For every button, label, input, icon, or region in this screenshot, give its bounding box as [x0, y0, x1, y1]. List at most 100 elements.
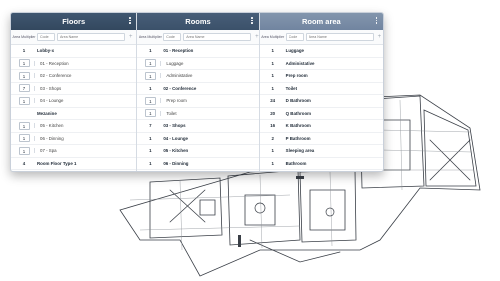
plus-icon[interactable]: +: [378, 34, 382, 40]
area-multiplier-label: Area Multiplier: [261, 35, 285, 39]
list-item[interactable]: 1 04 - Lounge: [137, 133, 259, 145]
room-area-filter-bar: Area Multiplier +: [259, 30, 383, 45]
area-name: Toilet: [285, 85, 298, 91]
area-multiplier: 7: [149, 123, 152, 129]
plus-icon[interactable]: +: [129, 34, 133, 40]
area-multiplier: 1: [149, 135, 152, 141]
list-item[interactable]: 1 Luggage: [259, 45, 383, 58]
area-multiplier: 1: [271, 148, 274, 154]
area-name: P Bathroom: [285, 135, 311, 141]
room-area-panel-title: Room area: [301, 17, 341, 26]
list-item[interactable]: 1 06 - Dinning: [137, 158, 259, 170]
room-area-panel: Room area Area Multiplier + 1 Luggage 1 Ad…: [259, 13, 383, 171]
list-item[interactable]: 7 03 - Shops: [11, 83, 137, 95]
list-item[interactable]: 1 05 - Kitchen: [137, 145, 259, 158]
rooms-panel: Rooms Area Multiplier + 101 - Reception …: [137, 13, 260, 171]
area-name: Toilet: [160, 110, 258, 116]
area-multiplier: 24: [270, 98, 276, 104]
area-name: K Bathroom: [285, 123, 311, 129]
area-name: Lobby-x: [37, 48, 55, 54]
plus-icon[interactable]: +: [255, 34, 258, 40]
area-name: 02 - Conference: [34, 73, 136, 79]
list-item[interactable]: 1 07 - Spa: [11, 145, 137, 158]
code-filter-input[interactable]: [37, 33, 55, 41]
area-name: Luggage: [160, 60, 258, 66]
rooms-list: 1 01 - Reception 1 Luggage 1 Administative …: [137, 45, 259, 170]
area-name-filter-input[interactable]: [305, 33, 374, 41]
area-name: 01 - Reception: [34, 60, 136, 66]
kebab-menu-icon[interactable]: [375, 17, 378, 26]
list-item[interactable]: 1 Bathroom: [259, 158, 383, 170]
list-item[interactable]: 1 Prep room: [259, 70, 383, 83]
list-item[interactable]: 1 Toilet: [259, 83, 383, 95]
kebab-menu-icon[interactable]: [251, 17, 254, 26]
area-name: Room Floor Type 1: [37, 160, 77, 166]
floors-filter-bar: Area Multiplier +: [11, 30, 137, 45]
list-item[interactable]: 2 P Bathroom: [259, 133, 383, 145]
area-name: 01 - Reception: [163, 48, 194, 54]
area-multiplier: 1: [149, 160, 152, 166]
floors-list: 1 Lobby-x 1 01 - Reception 1 02 - Conferenc…: [11, 45, 137, 170]
area-name-filter-input[interactable]: [57, 33, 125, 41]
area-name: Administative: [160, 73, 258, 79]
rooms-filter-bar: Area Multiplier +: [137, 30, 259, 45]
list-item[interactable]: 1 02 - Conference: [137, 83, 259, 95]
list-item[interactable]: 1 Lobby-x: [11, 45, 137, 58]
area-multiplier: 1: [149, 148, 152, 154]
list-item[interactable]: 1 02 - Conference: [11, 70, 137, 83]
area-name: Administative: [285, 60, 315, 66]
area-multiplier: 1: [22, 48, 26, 54]
area-multiplier: 1: [149, 48, 152, 54]
area-name: 04 - Lounge: [34, 98, 136, 104]
list-item[interactable]: 1 Toilet: [137, 108, 259, 120]
list-item[interactable]: 1 05 - Kitchen: [11, 120, 137, 133]
room-area-panel-header: Room area: [259, 13, 383, 30]
area-multiplier: 1: [271, 60, 274, 66]
area-multiplier-label: Area Multiplier: [138, 35, 162, 39]
list-item[interactable]: 1 Administative: [137, 70, 259, 83]
area-multiplier: 1: [271, 160, 274, 166]
area-multiplier: 20: [270, 110, 276, 116]
list-item[interactable]: 16 K Bathroom: [259, 120, 383, 133]
list-item[interactable]: 1 Luggage: [137, 58, 259, 70]
list-item[interactable]: 4 Room Floor Type 1: [11, 158, 137, 170]
list-item[interactable]: 1 Sleeping area: [259, 145, 383, 158]
area-multiplier-label: Area Multiplier: [12, 35, 36, 39]
area-name: Prep room: [285, 73, 308, 79]
code-filter-input[interactable]: [163, 33, 182, 41]
area-name-filter-input[interactable]: [183, 33, 252, 41]
area-name: 06 - Dinning: [34, 135, 136, 141]
area-name: 06 - Dinning: [163, 160, 189, 166]
area-name: Bathroom: [285, 160, 307, 166]
area-name: 04 - Lounge: [163, 135, 188, 141]
list-item[interactable]: 7 03 - Shops: [137, 120, 259, 133]
area-name: Luggage: [285, 48, 304, 54]
area-name: Mezanine: [37, 110, 57, 116]
list-item[interactable]: 20 Q Bathroom: [259, 108, 383, 120]
floors-panel-title: Floors: [62, 17, 86, 26]
list-item[interactable]: 1 06 - Dinning: [11, 133, 137, 145]
area-multiplier: 1: [271, 73, 274, 79]
code-filter-input[interactable]: [285, 33, 304, 41]
list-item[interactable]: Mezanine: [11, 108, 137, 120]
area-multiplier: 1: [271, 48, 274, 54]
list-item[interactable]: 1 01 - Reception: [11, 58, 137, 70]
area-name: 05 - Kitchen: [34, 123, 136, 129]
list-item[interactable]: 1 Prep room: [137, 95, 259, 108]
list-item[interactable]: 24 D Bathroom: [259, 95, 383, 108]
area-multiplier: 16: [270, 123, 276, 129]
area-multiplier: 4: [22, 160, 26, 166]
area-multiplier: 1: [271, 85, 274, 91]
area-name: 03 - Shops: [163, 123, 186, 129]
area-name: 05 - Kitchen: [163, 148, 189, 154]
list-item[interactable]: 1 Administative: [259, 58, 383, 70]
kebab-menu-icon[interactable]: [128, 17, 131, 26]
area-multiplier: 2: [271, 135, 274, 141]
rooms-panel-title: Rooms: [185, 17, 211, 26]
area-name: 02 - Conference: [163, 85, 197, 91]
area-name: Q Bathroom: [285, 110, 312, 116]
area-name: D Bathroom: [285, 98, 311, 104]
floors-panel-header: Floors: [11, 13, 137, 30]
list-item[interactable]: 1 01 - Reception: [137, 45, 259, 58]
list-item[interactable]: 1 04 - Lounge: [11, 95, 137, 108]
